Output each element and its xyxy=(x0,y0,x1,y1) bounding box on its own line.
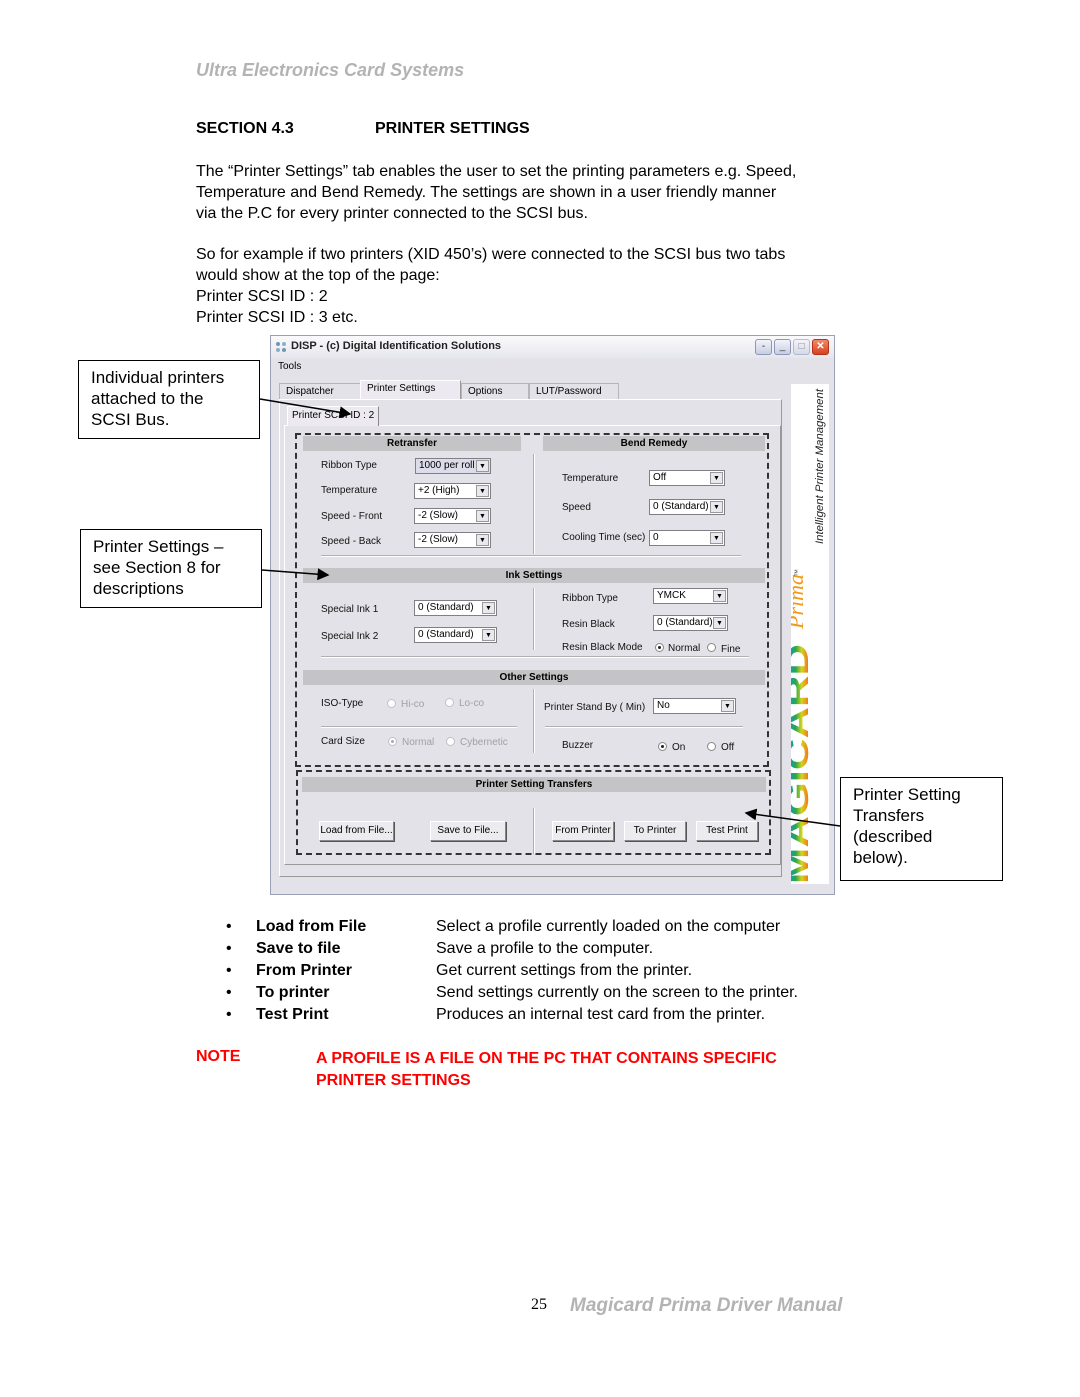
list-desc: Send settings currently on the screen to… xyxy=(436,984,798,1001)
list-desc: Save a profile to the computer. xyxy=(436,940,654,957)
footer-title: Magicard Prima Driver Manual xyxy=(570,1295,843,1316)
bullet-icon: • xyxy=(226,918,232,935)
list-term: To printer xyxy=(256,984,330,1001)
bullet-icon: • xyxy=(226,940,232,957)
arrow-transfers xyxy=(744,808,841,827)
bullet-icon: • xyxy=(226,1006,232,1023)
list-desc: Select a profile currently loaded on the… xyxy=(436,918,781,935)
page-number: 25 xyxy=(531,1296,547,1313)
button-descriptions-list: • Load from File Select a profile currentl… xyxy=(226,916,926,1031)
bullet-icon: • xyxy=(226,962,232,979)
list-term: Load from File xyxy=(256,918,367,935)
arrow-settings xyxy=(261,568,330,581)
list-term: Save to file xyxy=(256,940,341,957)
note-text: A PROFILE IS A FILE ON THE PC THAT CONTA… xyxy=(316,1048,777,1092)
text-line: A PROFILE IS A FILE ON THE PC THAT CONTA… xyxy=(316,1050,777,1067)
list-desc: Produces an internal test card from the … xyxy=(436,1006,766,1023)
list-desc: Get current settings from the printer. xyxy=(436,962,693,979)
list-term: Test Print xyxy=(256,1006,329,1023)
list-term: From Printer xyxy=(256,962,353,979)
callout-arrows xyxy=(259,398,841,827)
note-label: NOTE xyxy=(196,1048,241,1065)
text-line: PRINTER SETTINGS xyxy=(316,1072,471,1089)
bullet-icon: • xyxy=(226,984,232,1001)
arrow-scsi xyxy=(259,398,352,419)
